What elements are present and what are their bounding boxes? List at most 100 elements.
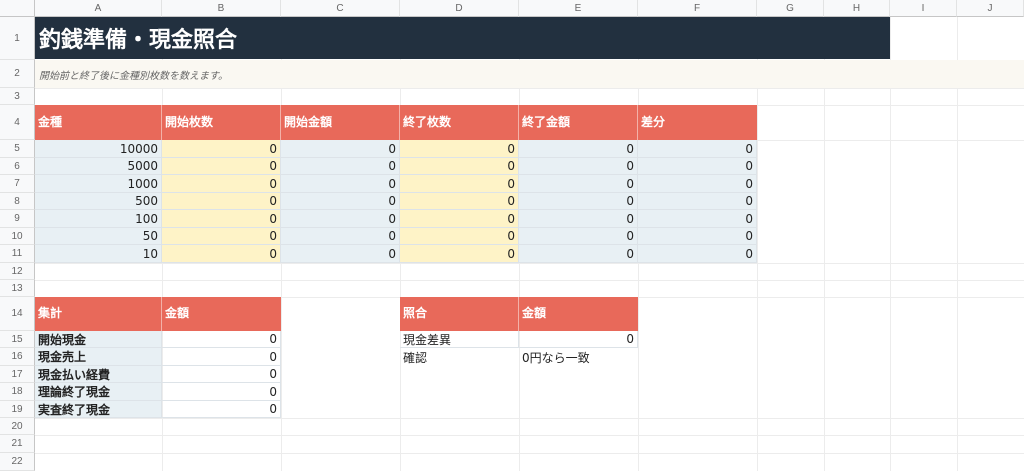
summary-value-theoretical-end-cash[interactable]: 0 [162, 383, 281, 401]
row-header-19[interactable]: 19 [0, 401, 35, 418]
denom-value-row-11[interactable]: 10 [35, 245, 162, 263]
row-header-4[interactable]: 4 [0, 105, 35, 140]
row-header-7[interactable]: 7 [0, 175, 35, 193]
start-count-input-row-7[interactable]: 0 [162, 175, 281, 193]
diff-row-9[interactable]: 0 [638, 210, 757, 228]
row-header-17[interactable]: 17 [0, 366, 35, 383]
column-header-g[interactable]: G [757, 0, 824, 17]
row-header-13[interactable]: 13 [0, 280, 35, 297]
end-amount-row-11[interactable]: 0 [519, 245, 638, 263]
row-header-6[interactable]: 6 [0, 158, 35, 175]
column-header-f[interactable]: F [638, 0, 757, 17]
start-amount-row-5[interactable]: 0 [281, 140, 400, 158]
denom-value-row-10[interactable]: 50 [35, 228, 162, 245]
select-all-corner[interactable] [0, 0, 35, 17]
summary-label-actual-end-cash[interactable]: 実査終了現金 [35, 401, 162, 418]
row-header-5[interactable]: 5 [0, 140, 35, 158]
column-header-b[interactable]: B [162, 0, 281, 17]
summary-header-label[interactable]: 集計 [35, 297, 162, 331]
row-header-10[interactable]: 10 [0, 228, 35, 245]
check-value-cash-diff[interactable]: 0 [519, 331, 638, 348]
row-header-12[interactable]: 12 [0, 263, 35, 280]
denom-header-start-amount[interactable]: 開始金額 [281, 105, 400, 140]
denom-value-row-9[interactable]: 100 [35, 210, 162, 228]
summary-label-cash-expense[interactable]: 現金払い経費 [35, 366, 162, 383]
summary-label-cash-sales[interactable]: 現金売上 [35, 348, 162, 366]
start-count-input-row-9[interactable]: 0 [162, 210, 281, 228]
start-count-input-row-10[interactable]: 0 [162, 228, 281, 245]
column-header-d[interactable]: D [400, 0, 519, 17]
end-amount-row-6[interactable]: 0 [519, 158, 638, 175]
end-count-input-row-5[interactable]: 0 [400, 140, 519, 158]
start-count-input-row-6[interactable]: 0 [162, 158, 281, 175]
row-header-20[interactable]: 20 [0, 418, 35, 435]
check-label-cash-diff[interactable]: 現金差異 [400, 331, 519, 348]
end-count-input-row-10[interactable]: 0 [400, 228, 519, 245]
end-count-input-row-9[interactable]: 0 [400, 210, 519, 228]
start-count-input-row-5[interactable]: 0 [162, 140, 281, 158]
summary-value-actual-end-cash[interactable]: 0 [162, 401, 281, 418]
summary-value-cash-expense[interactable]: 0 [162, 366, 281, 383]
denom-header-end-count[interactable]: 終了枚数 [400, 105, 519, 140]
column-header-j[interactable]: J [957, 0, 1024, 17]
diff-row-6[interactable]: 0 [638, 158, 757, 175]
row-header-3[interactable]: 3 [0, 88, 35, 105]
denom-header-diff[interactable]: 差分 [638, 105, 757, 140]
summary-header-amount[interactable]: 金額 [162, 297, 281, 331]
end-amount-row-8[interactable]: 0 [519, 193, 638, 210]
column-header-i[interactable]: I [890, 0, 957, 17]
end-amount-row-7[interactable]: 0 [519, 175, 638, 193]
column-header-c[interactable]: C [281, 0, 400, 17]
row-header-22[interactable]: 22 [0, 453, 35, 471]
diff-row-7[interactable]: 0 [638, 175, 757, 193]
column-header-a[interactable]: A [35, 0, 162, 17]
end-amount-row-10[interactable]: 0 [519, 228, 638, 245]
start-amount-row-7[interactable]: 0 [281, 175, 400, 193]
summary-label-start-cash[interactable]: 開始現金 [35, 331, 162, 348]
denom-header-start-count[interactable]: 開始枚数 [162, 105, 281, 140]
start-count-input-row-8[interactable]: 0 [162, 193, 281, 210]
denom-header-end-amount[interactable]: 終了金額 [519, 105, 638, 140]
row-header-2[interactable]: 2 [0, 60, 35, 88]
summary-label-theoretical-end-cash[interactable]: 理論終了現金 [35, 383, 162, 401]
check-header-label[interactable]: 照合 [400, 297, 519, 331]
end-count-input-row-7[interactable]: 0 [400, 175, 519, 193]
end-amount-row-5[interactable]: 0 [519, 140, 638, 158]
denom-value-row-5[interactable]: 10000 [35, 140, 162, 158]
sheet-title[interactable]: 釣銭準備・現金照合 [35, 17, 890, 59]
start-count-input-row-11[interactable]: 0 [162, 245, 281, 263]
start-amount-row-8[interactable]: 0 [281, 193, 400, 210]
sheet-subtitle[interactable]: 開始前と終了後に金種別枚数を数えます。 [35, 60, 1024, 88]
end-count-input-row-8[interactable]: 0 [400, 193, 519, 210]
check-value-confirm[interactable]: 0円なら一致 [519, 348, 638, 366]
denom-value-row-7[interactable]: 1000 [35, 175, 162, 193]
diff-row-5[interactable]: 0 [638, 140, 757, 158]
summary-value-cash-sales[interactable]: 0 [162, 348, 281, 366]
end-amount-row-9[interactable]: 0 [519, 210, 638, 228]
start-amount-row-6[interactable]: 0 [281, 158, 400, 175]
diff-row-8[interactable]: 0 [638, 193, 757, 210]
row-header-11[interactable]: 11 [0, 245, 35, 263]
start-amount-row-11[interactable]: 0 [281, 245, 400, 263]
denom-value-row-6[interactable]: 5000 [35, 158, 162, 175]
summary-value-start-cash[interactable]: 0 [162, 331, 281, 348]
row-header-18[interactable]: 18 [0, 383, 35, 401]
row-header-21[interactable]: 21 [0, 435, 35, 453]
column-header-h[interactable]: H [824, 0, 890, 17]
check-label-confirm[interactable]: 確認 [400, 348, 519, 366]
column-header-e[interactable]: E [519, 0, 638, 17]
check-header-amount[interactable]: 金額 [519, 297, 638, 331]
diff-row-10[interactable]: 0 [638, 228, 757, 245]
row-header-8[interactable]: 8 [0, 193, 35, 210]
row-header-14[interactable]: 14 [0, 297, 35, 331]
row-header-16[interactable]: 16 [0, 348, 35, 366]
row-header-15[interactable]: 15 [0, 331, 35, 348]
row-header-9[interactable]: 9 [0, 210, 35, 228]
start-amount-row-10[interactable]: 0 [281, 228, 400, 245]
row-header-1[interactable]: 1 [0, 17, 35, 60]
diff-row-11[interactable]: 0 [638, 245, 757, 263]
denom-value-row-8[interactable]: 500 [35, 193, 162, 210]
start-amount-row-9[interactable]: 0 [281, 210, 400, 228]
end-count-input-row-11[interactable]: 0 [400, 245, 519, 263]
end-count-input-row-6[interactable]: 0 [400, 158, 519, 175]
